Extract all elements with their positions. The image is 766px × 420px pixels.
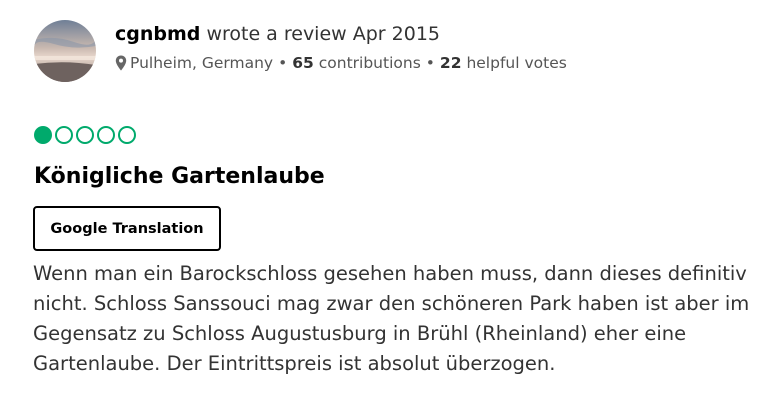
author-meta: cgnbmd wrote a review Apr 2015 Pulheim, …	[115, 20, 567, 73]
helpful-votes-label: helpful votes	[466, 54, 567, 72]
helpful-votes-count: 22	[439, 54, 462, 72]
contributions-label: contributions	[318, 54, 421, 72]
rating-bubble-icon	[118, 126, 136, 144]
rating-bubbles	[34, 126, 139, 144]
author-username-link[interactable]: cgnbmd	[115, 23, 200, 45]
review-text: Wenn man ein Barockschloss gesehen haben…	[33, 262, 750, 375]
rating-bubble-icon	[97, 126, 115, 144]
separator-dot: •	[425, 54, 435, 72]
author-line: cgnbmd wrote a review Apr 2015	[115, 22, 567, 46]
separator-dot: •	[278, 54, 288, 72]
user-avatar-photo-icon	[34, 20, 96, 82]
rating-bubble-icon	[55, 126, 73, 144]
rating-bubble-icon	[76, 126, 94, 144]
review-action-text: wrote a review Apr 2015	[206, 23, 440, 45]
review-card: cgnbmd wrote a review Apr 2015 Pulheim, …	[0, 0, 766, 420]
location-pin-icon	[115, 55, 127, 71]
review-title[interactable]: Königliche Gartenlaube	[34, 162, 325, 192]
review-author-header: cgnbmd wrote a review Apr 2015 Pulheim, …	[34, 20, 567, 82]
google-translation-button[interactable]: Google Translation	[33, 206, 221, 251]
author-location: Pulheim, Germany	[130, 54, 274, 72]
contributions-count: 65	[292, 54, 314, 72]
avatar[interactable]	[34, 20, 96, 82]
author-stats: Pulheim, Germany • 65 contributions • 22…	[115, 53, 567, 73]
rating-bubble-icon	[34, 126, 52, 144]
